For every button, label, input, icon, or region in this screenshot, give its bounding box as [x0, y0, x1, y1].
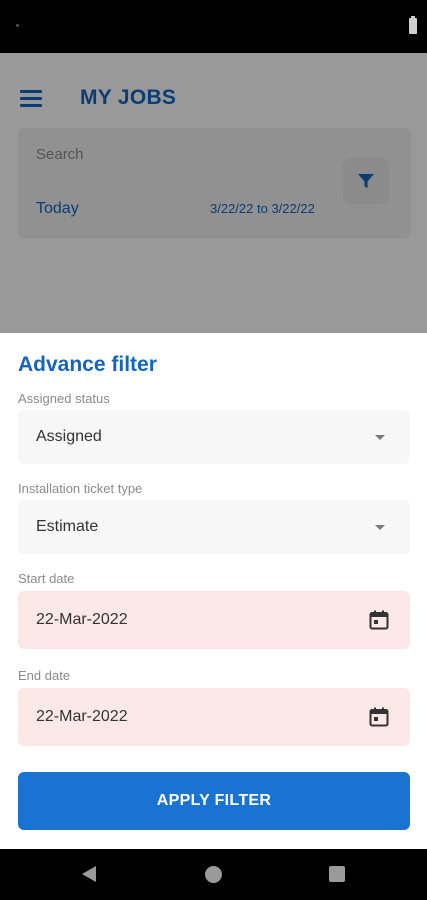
modal-scrim[interactable] — [0, 53, 427, 333]
start-date-field[interactable]: 22-Mar-2022 — [18, 591, 410, 649]
assigned-status-select[interactable]: Assigned — [18, 410, 410, 464]
advance-filter-sheet: Advance filter Assigned status Assigned … — [0, 333, 427, 849]
start-date-label: Start date — [18, 571, 75, 586]
system-nav-bar — [0, 849, 427, 900]
calendar-icon[interactable] — [368, 609, 390, 631]
end-date-field[interactable]: 22-Mar-2022 — [18, 688, 410, 746]
end-date-value: 22-Mar-2022 — [36, 708, 128, 725]
assigned-status-value: Assigned — [36, 428, 102, 445]
end-date-label: End date — [18, 668, 71, 683]
start-date-value: 22-Mar-2022 — [36, 611, 128, 628]
calendar-icon[interactable] — [368, 706, 390, 728]
assigned-status-label: Assigned status — [18, 391, 110, 406]
notification-dot-icon — [16, 24, 19, 27]
ticket-type-value: Estimate — [36, 518, 99, 535]
sheet-title: Advance filter — [18, 353, 157, 376]
recents-icon[interactable] — [329, 866, 345, 882]
dropdown-arrow-icon — [375, 525, 385, 530]
ticket-type-select[interactable]: Estimate — [18, 500, 410, 554]
dropdown-arrow-icon — [375, 435, 385, 440]
ticket-type-label: Installation ticket type — [18, 481, 143, 496]
back-icon[interactable] — [82, 866, 96, 882]
battery-icon — [409, 16, 417, 34]
home-icon[interactable] — [205, 866, 222, 883]
apply-filter-button[interactable]: APPLY FILTER — [18, 772, 410, 830]
status-bar — [0, 0, 427, 53]
